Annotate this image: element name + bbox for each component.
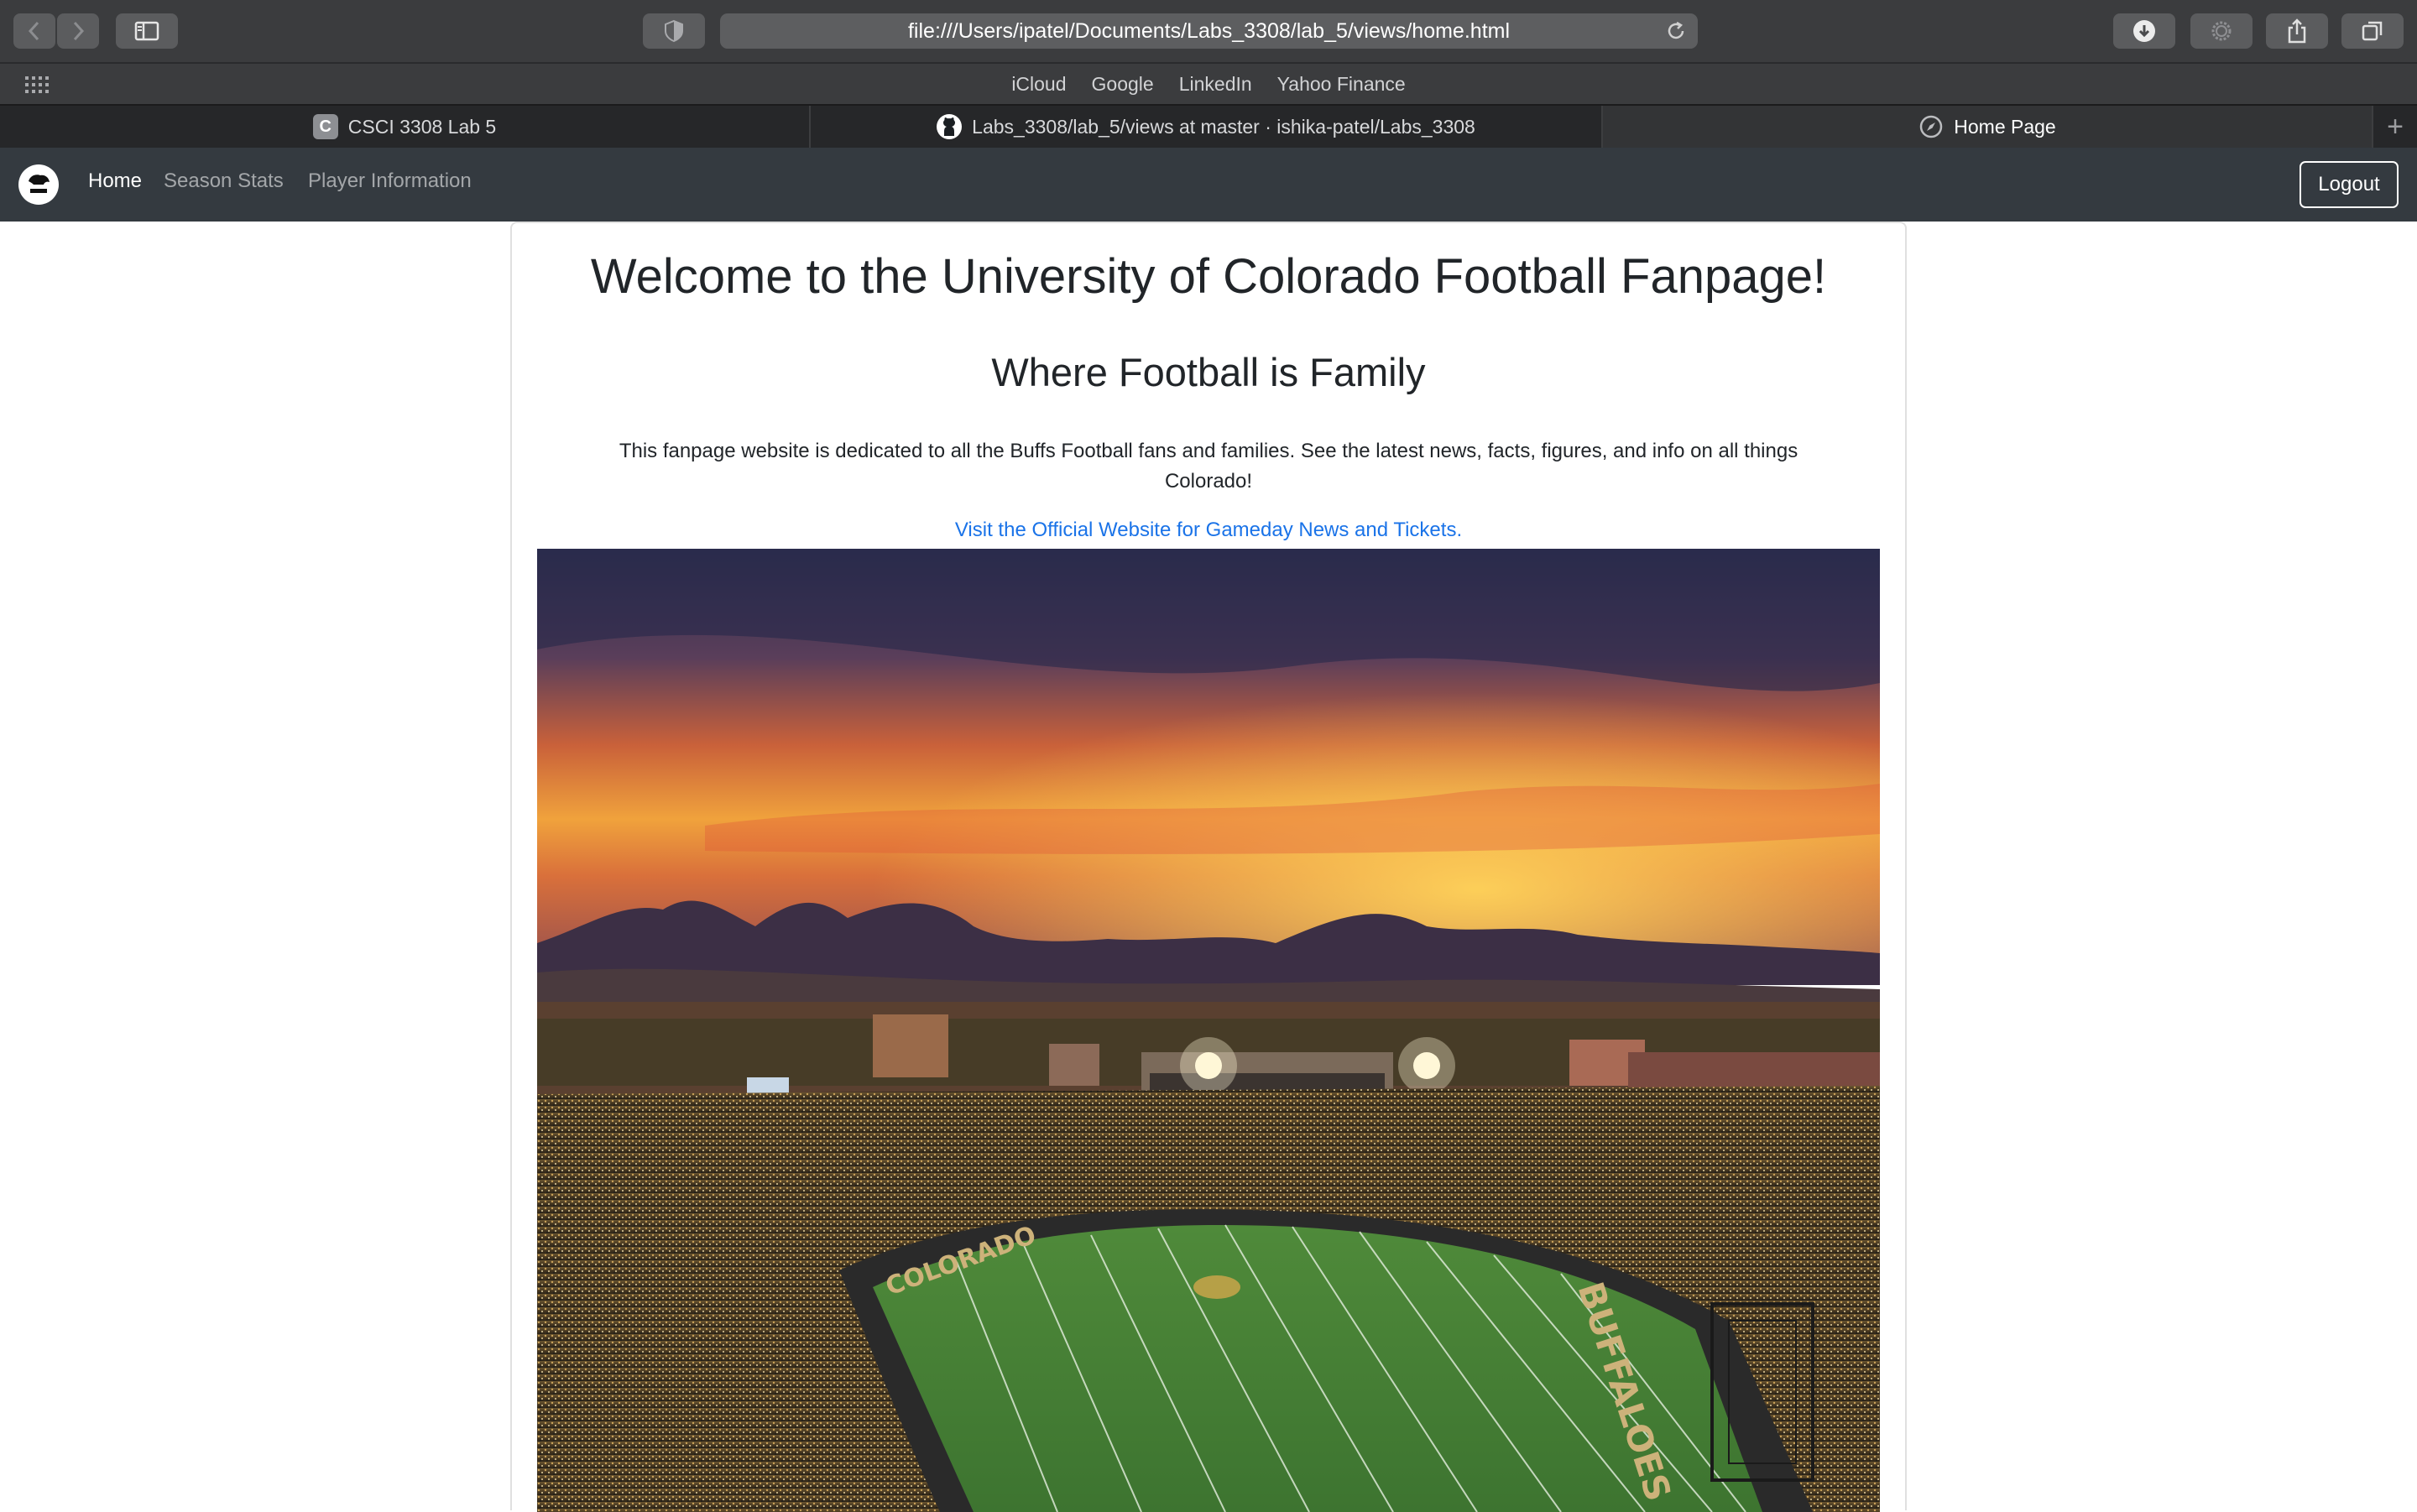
tab-label: Labs_3308/lab_5/views at master · ishika… [972,115,1475,138]
github-icon [937,114,963,139]
official-website-link[interactable]: Visit the Official Website for Gameday N… [512,519,1905,542]
shield-icon [665,19,683,43]
favorites-list: iCloud Google LinkedIn Yahoo Finance [0,64,2417,104]
download-icon [2133,20,2155,42]
tab-bar: C CSCI 3308 Lab 5 Labs_3308/lab_5/views … [0,104,2417,148]
stadium-at-sunset-photo: COLORADO BUFFALOES [537,549,1880,1512]
extension-button[interactable] [2190,13,2253,49]
tab-github[interactable]: Labs_3308/lab_5/views at master · ishika… [811,106,1603,148]
gear-icon [2211,21,2232,41]
favorites-bar: iCloud Google LinkedIn Yahoo Finance [0,62,2417,104]
intro-paragraph: This fanpage website is dedicated to all… [619,440,1798,493]
letter-c-icon: C [312,114,338,139]
favorite-icloud[interactable]: iCloud [1011,73,1066,96]
chevron-right-icon [73,21,85,41]
nav-player-information[interactable]: Player Information [308,169,472,193]
browser-toolbar: file:///Users/ipatel/Documents/Labs_3308… [0,0,2417,62]
favorite-yahoo-finance[interactable]: Yahoo Finance [1277,73,1406,96]
compass-icon [1918,114,1944,139]
tabs-overview-icon [2362,21,2383,41]
downloads-button[interactable] [2113,13,2175,49]
chevron-left-icon [28,21,39,41]
forward-button[interactable] [57,13,99,49]
cu-buffaloes-logo[interactable] [18,164,59,205]
url-text: file:///Users/ipatel/Documents/Labs_3308… [907,18,1511,43]
nav-home[interactable]: Home [88,169,142,193]
tab-overview-button[interactable] [2341,13,2404,49]
share-icon [2288,18,2306,44]
sidebar-icon [134,21,159,41]
tab-label: CSCI 3308 Lab 5 [347,115,497,138]
sidebar-toggle-button[interactable] [116,13,178,49]
tab-label: Home Page [1954,115,2056,138]
content-card: Welcome to the University of Colorado Fo… [510,222,1907,1512]
tab-home-page[interactable]: Home Page [1603,106,2373,148]
logout-button[interactable]: Logout [2300,161,2399,208]
address-bar[interactable]: file:///Users/ipatel/Documents/Labs_3308… [720,13,1698,49]
nav-season-stats[interactable]: Season Stats [164,169,284,193]
privacy-report-button[interactable] [643,13,705,49]
reload-icon [1668,21,1684,39]
back-button[interactable] [13,13,55,49]
page-subtitle: Where Football is Family [991,350,1426,394]
tab-csci-lab[interactable]: C CSCI 3308 Lab 5 [0,106,811,148]
favorite-linkedin[interactable]: LinkedIn [1179,73,1252,96]
reload-button[interactable] [1663,18,1689,44]
share-button[interactable] [2266,13,2328,49]
favorite-google[interactable]: Google [1092,73,1154,96]
page-title: Welcome to the University of Colorado Fo… [590,249,1827,304]
new-tab-button[interactable]: + [2373,106,2417,148]
site-navbar: Home Season Stats Player Information Log… [0,148,2417,222]
